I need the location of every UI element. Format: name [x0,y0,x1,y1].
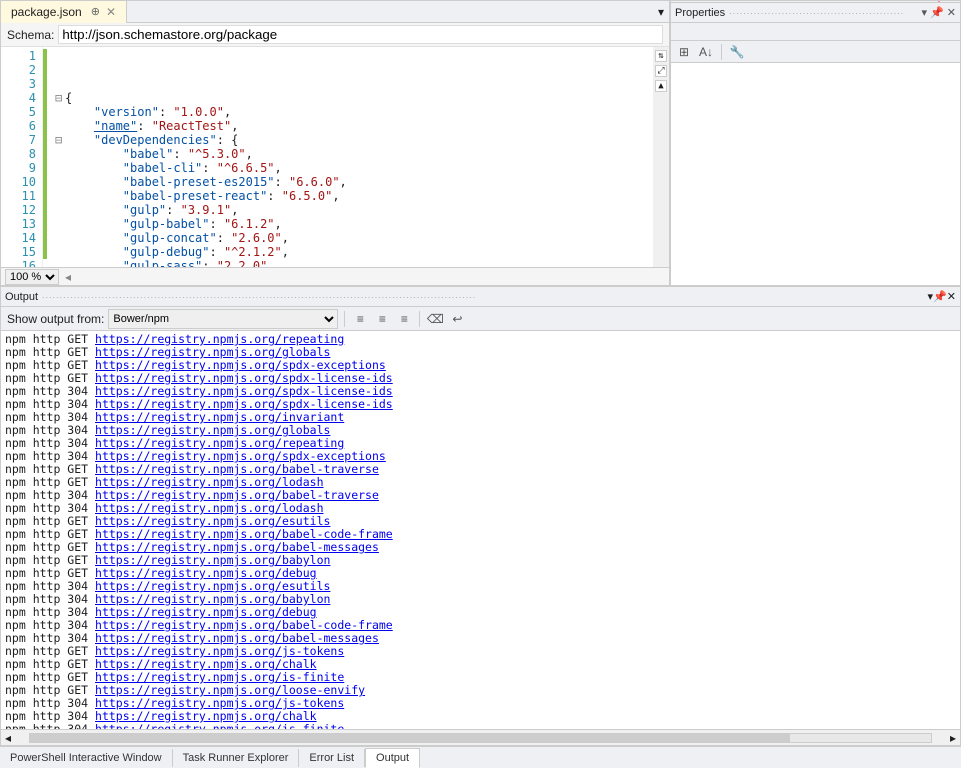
clear-icon[interactable]: ⌫ [426,310,444,328]
show-output-label: Show output from: [7,312,104,326]
scroll-left-icon[interactable]: ◂ [1,731,15,745]
pin-icon[interactable]: 📌 [933,290,947,303]
pin-icon[interactable]: 📌 [930,6,944,19]
property-pages-icon[interactable]: 🔧 [728,43,746,61]
dropdown-icon[interactable]: ▾ [922,6,928,19]
next-message-icon[interactable]: ≡ [395,310,413,328]
change-marker [43,49,47,259]
tab-task-runner[interactable]: Task Runner Explorer [173,749,300,767]
alphabetical-icon[interactable]: A↓ [697,43,715,61]
nav-up-icon[interactable]: ▲ [655,80,667,92]
properties-body [671,63,960,285]
expand-icon[interactable]: ⤢ [655,65,667,77]
zoom-arrow-icon[interactable]: ◂ [65,270,71,284]
code-area[interactable]: ⊟{ "version": "1.0.0", "name": "ReactTes… [43,47,653,267]
tab-label: package.json [11,5,82,19]
zoom-select[interactable]: 100 % [5,269,59,285]
editor-body[interactable]: 1234567891011121314151617 ⊟{ "version": … [1,47,669,267]
tab-output[interactable]: Output [365,748,420,768]
prev-message-icon[interactable]: ≡ [373,310,391,328]
schema-input[interactable] [58,25,663,44]
schema-bar: Schema: [1,23,669,47]
toggle-wrap-icon[interactable]: ↩ [448,310,466,328]
scroll-track[interactable] [29,733,932,743]
properties-panel: Properties ∙∙∙∙∙∙∙∙∙∙∙∙∙∙∙∙∙∙∙∙∙∙∙∙∙∙∙∙∙… [670,2,961,286]
scroll-right-icon[interactable]: ▸ [946,731,960,745]
panel-header: Properties ∙∙∙∙∙∙∙∙∙∙∙∙∙∙∙∙∙∙∙∙∙∙∙∙∙∙∙∙∙… [671,3,960,23]
tab-overflow-icon[interactable]: ▾ [658,5,664,19]
panel-header: Output ∙∙∙∙∙∙∙∙∙∙∙∙∙∙∙∙∙∙∙∙∙∙∙∙∙∙∙∙∙∙∙∙∙… [1,287,960,307]
close-icon[interactable]: ✕ [947,290,956,303]
split-icon[interactable]: ⇅ [655,50,667,62]
output-body[interactable]: npm http GET https://registry.npmjs.org/… [1,331,960,729]
schema-label: Schema: [7,28,54,42]
bottom-tab-strip: PowerShell Interactive Window Task Runne… [0,746,961,768]
find-message-icon[interactable]: ≡ [351,310,369,328]
editor-tab-strip: package.json ⊕ ✕ ▾ [1,1,669,23]
editor-tab-active[interactable]: package.json ⊕ ✕ [1,1,127,23]
properties-toolbar: ⊞ A↓ 🔧 [671,41,960,63]
output-panel: Output ∙∙∙∙∙∙∙∙∙∙∙∙∙∙∙∙∙∙∙∙∙∙∙∙∙∙∙∙∙∙∙∙∙… [0,286,961,746]
zoom-bar: 100 % ◂ [1,267,669,285]
close-icon[interactable]: ✕ [947,6,956,19]
scroll-thumb[interactable] [30,734,790,742]
panel-title: Output [5,291,38,303]
properties-selector[interactable] [671,23,960,41]
editor-area: package.json ⊕ ✕ ▾ Schema: 1234567891011… [0,0,670,286]
pin-icon[interactable]: ⊕ [91,5,100,18]
tab-powershell[interactable]: PowerShell Interactive Window [0,749,173,767]
horizontal-scrollbar[interactable]: ◂ ▸ [1,729,960,745]
editor-scroll-tools: ⇅ ⤢ ▲ [653,47,669,267]
panel-title: Properties [675,7,725,19]
close-icon[interactable]: ✕ [106,5,116,19]
categorized-icon[interactable]: ⊞ [675,43,693,61]
line-number-gutter: 1234567891011121314151617 [1,47,43,267]
output-toolbar: Show output from: Bower/npm ≡ ≡ ≡ ⌫ ↩ [1,307,960,331]
output-source-select[interactable]: Bower/npm [108,309,338,329]
tab-error-list[interactable]: Error List [299,749,365,767]
